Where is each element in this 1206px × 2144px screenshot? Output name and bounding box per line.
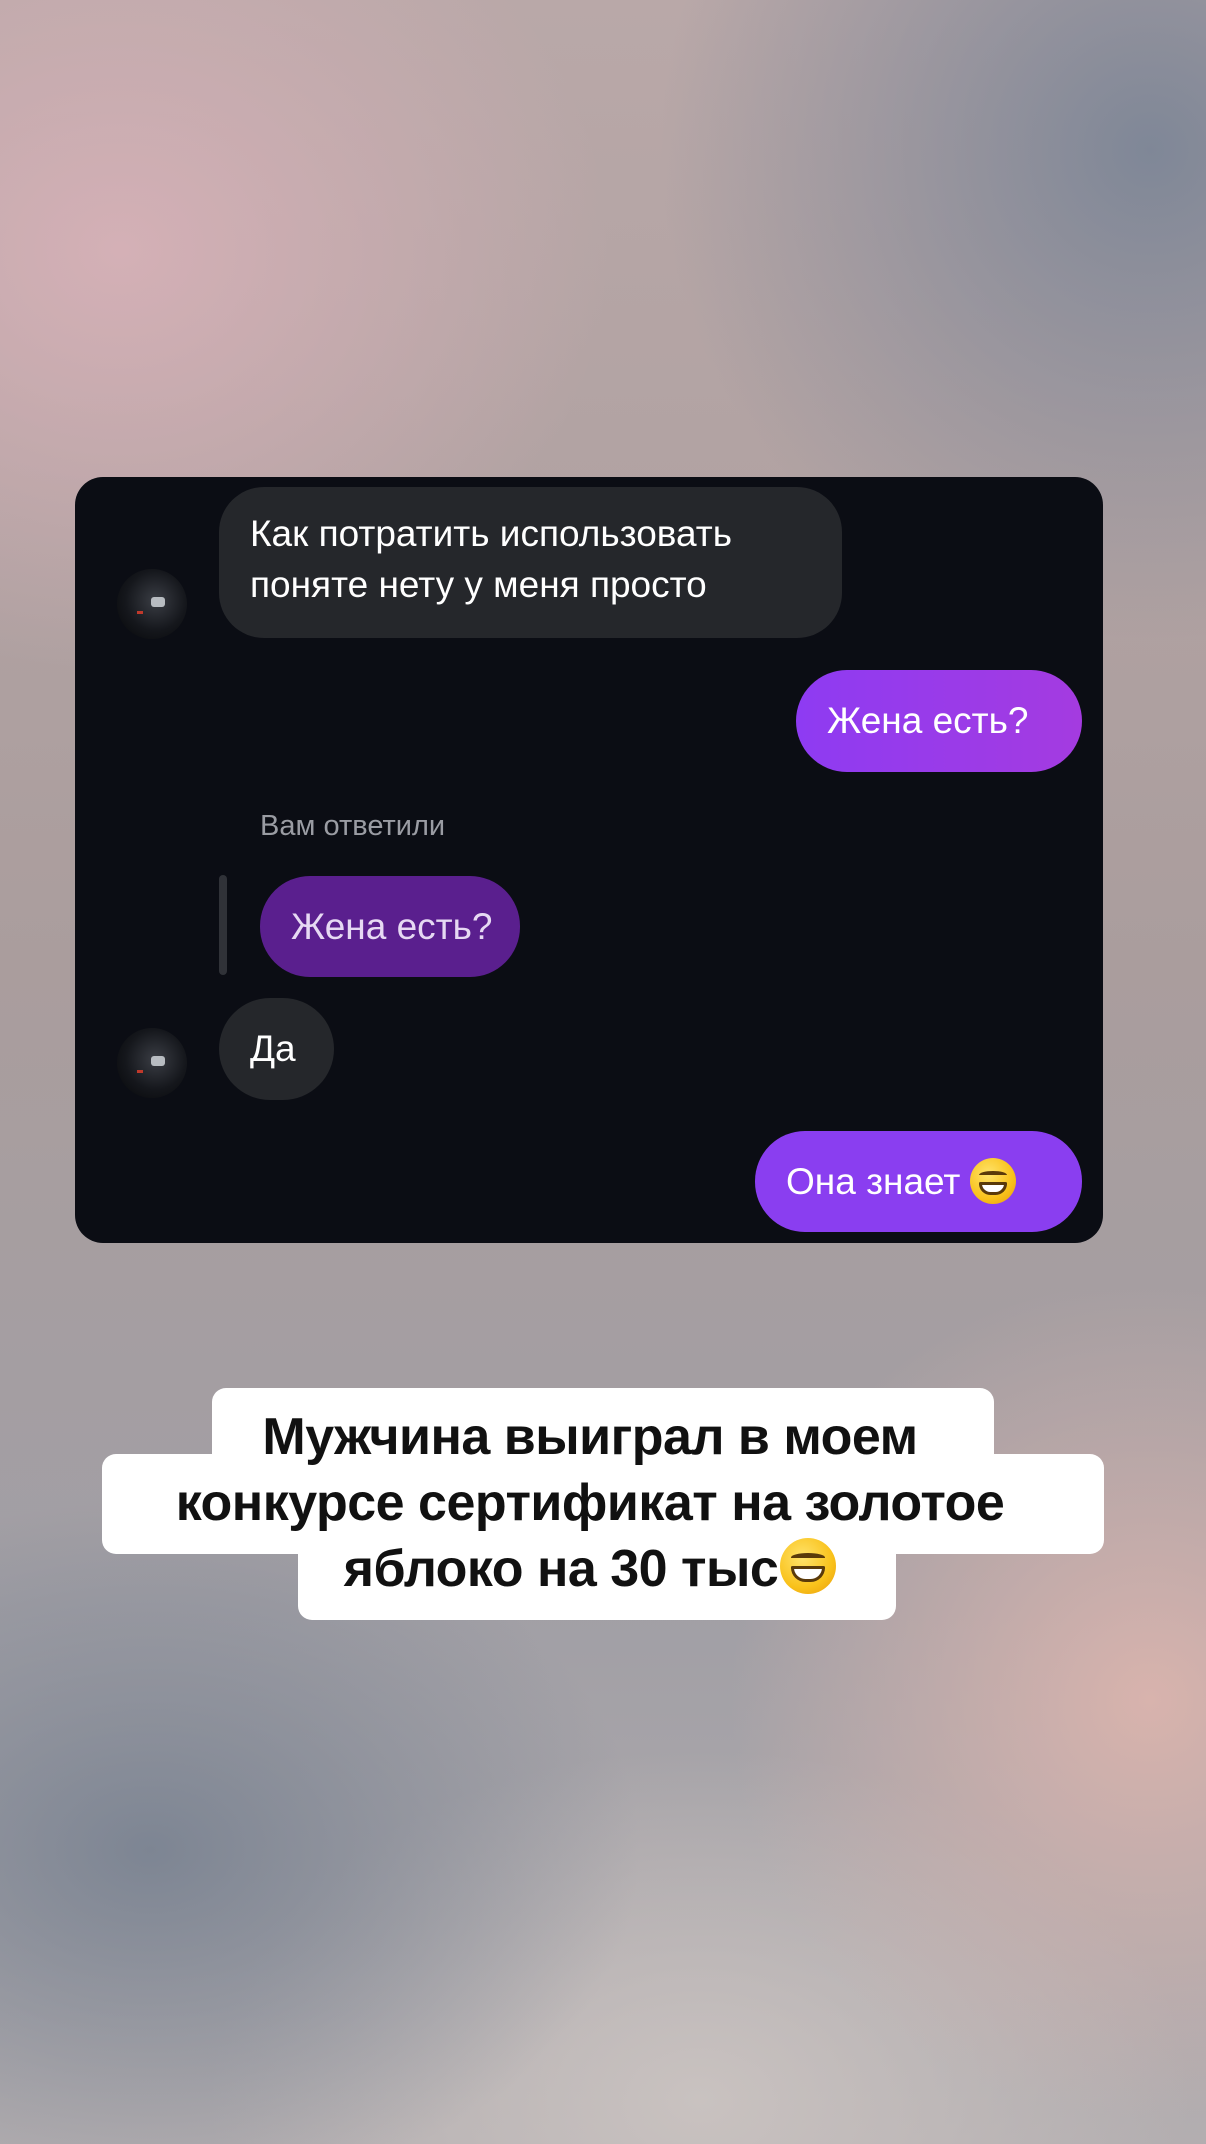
chat-screenshot-card: Как потратить использовать поняте нету у… xyxy=(75,477,1103,1243)
caption-line-with-emoji: яблоко на 30 тыс xyxy=(75,1536,1105,1602)
message-text: Да xyxy=(250,1028,296,1069)
outgoing-message-bubble[interactable]: Жена есть? xyxy=(796,670,1082,772)
incoming-message-bubble[interactable]: Как потратить использовать поняте нету у… xyxy=(219,487,842,638)
reply-label: Вам ответили xyxy=(260,810,446,842)
avatar-image-detail xyxy=(151,1056,165,1066)
caption-line: яблоко на 30 тыс xyxy=(343,1540,779,1598)
grinning-face-icon xyxy=(780,1538,837,1595)
outgoing-message-bubble[interactable]: Она знает xyxy=(755,1131,1082,1232)
caption-line: Мужчина выиграл в моем xyxy=(262,1408,918,1466)
reply-indicator-bar xyxy=(219,875,227,975)
message-text-line: Как потратить использовать xyxy=(250,513,732,554)
avatar-image-detail xyxy=(137,611,143,614)
quoted-message-text: Жена есть? xyxy=(291,906,493,947)
avatar-image-detail xyxy=(151,597,165,607)
message-text: Она знает xyxy=(786,1161,961,1202)
story-caption: Мужчина выиграл в моем конкурсе сертифик… xyxy=(75,1404,1105,1602)
sender-avatar[interactable] xyxy=(117,569,187,639)
incoming-message-bubble[interactable]: Да xyxy=(219,998,334,1100)
avatar-image-detail xyxy=(137,1070,143,1073)
message-text: Жена есть? xyxy=(827,700,1029,741)
message-text-line: поняте нету у меня просто xyxy=(250,564,707,605)
quoted-message-bubble[interactable]: Жена есть? xyxy=(260,876,520,977)
grinning-face-icon xyxy=(970,1158,1017,1205)
sender-avatar[interactable] xyxy=(117,1028,187,1098)
caption-line: конкурсе сертификат на золотое xyxy=(175,1474,1005,1532)
